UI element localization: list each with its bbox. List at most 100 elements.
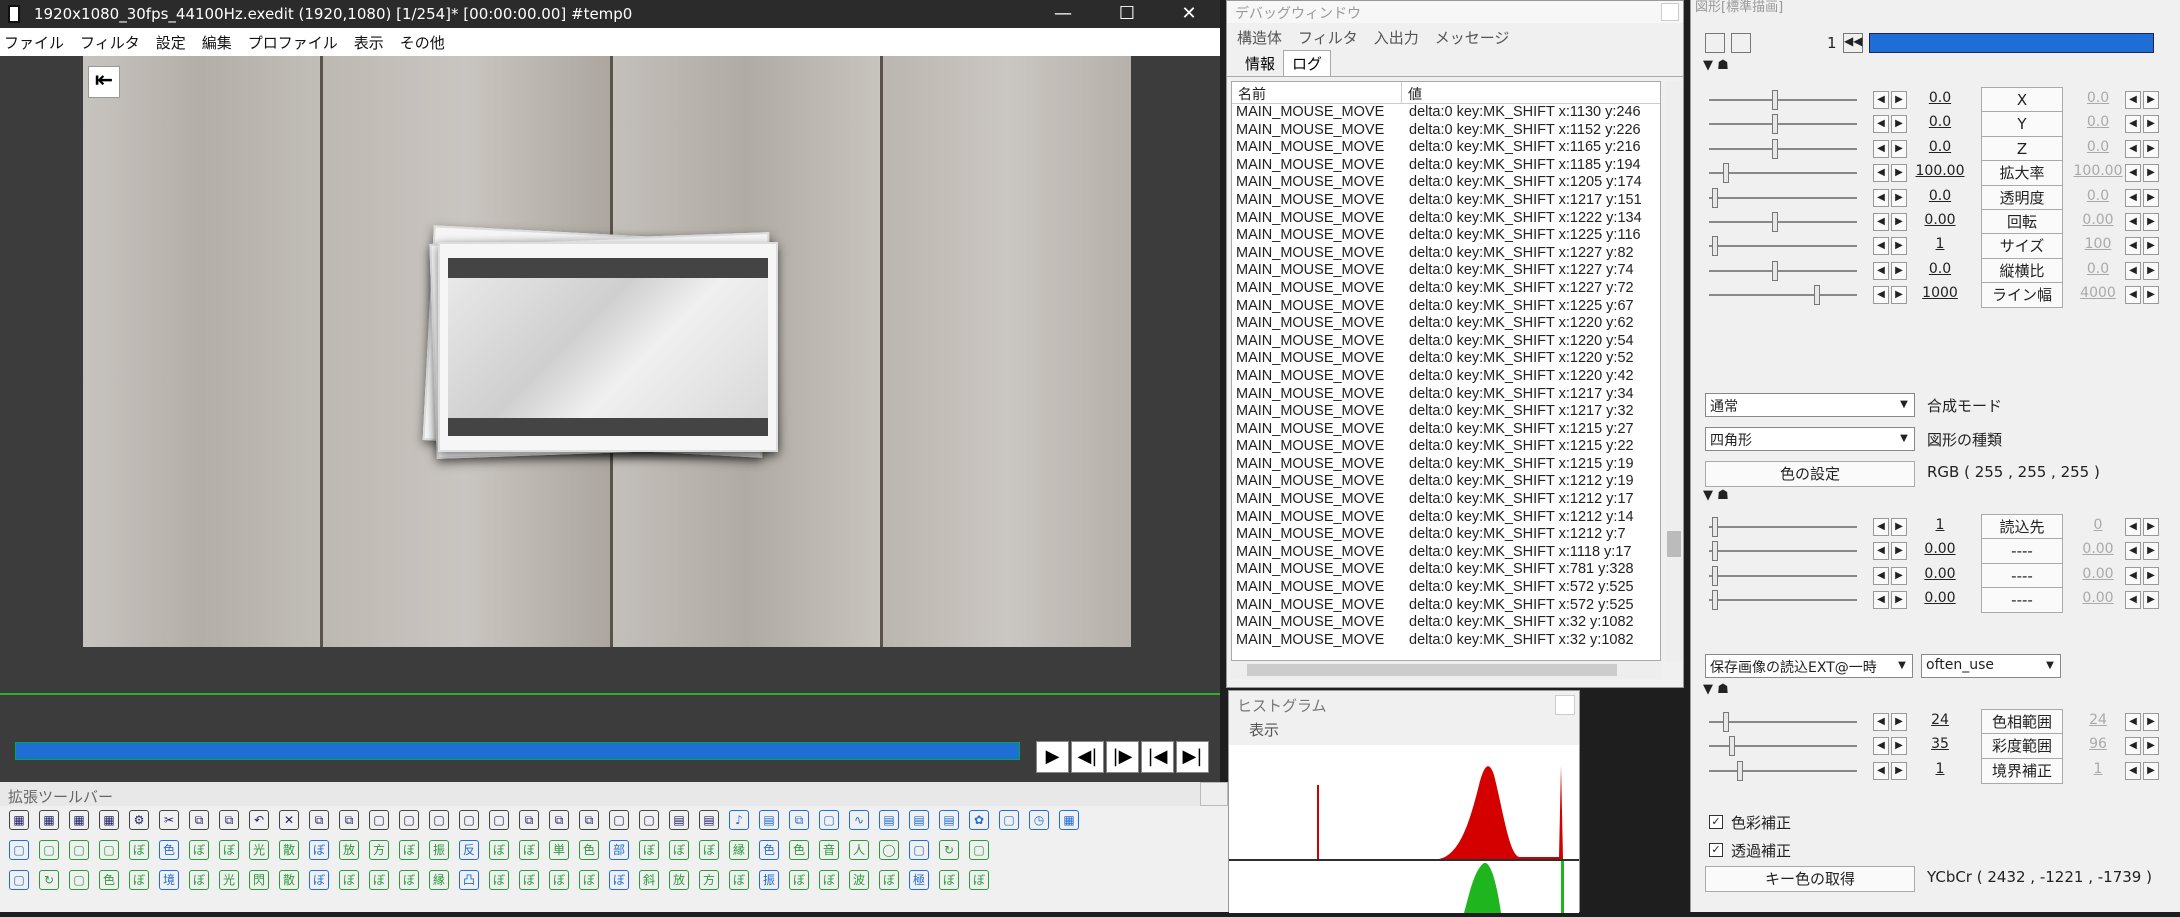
- param-slider[interactable]: [1709, 769, 1857, 772]
- toolbar-tool-icon[interactable]: ⧉: [189, 810, 209, 830]
- param-end-value[interactable]: 1: [2073, 761, 2123, 777]
- param-button[interactable]: 色相範囲: [1981, 709, 2063, 735]
- jump-to-start-button[interactable]: ⇤: [88, 66, 120, 98]
- param-end-value[interactable]: 0.0: [2073, 139, 2123, 155]
- toolbar-tool-icon[interactable]: ▤: [939, 810, 959, 830]
- param-end-value[interactable]: 4000: [2073, 285, 2123, 301]
- param-slider-knob[interactable]: [1772, 114, 1778, 135]
- log-row[interactable]: MAIN_MOUSE_MOVE delta:0 key:MK_SHIFT x:32…: [1232, 614, 1660, 632]
- increment-arrow-icon[interactable]: ▶: [1891, 591, 1907, 610]
- tab-filter[interactable]: フィルタ: [1298, 27, 1358, 48]
- param-slider[interactable]: [1709, 721, 1857, 723]
- toolbar-tool-icon[interactable]: 部: [609, 840, 629, 860]
- param-button[interactable]: ライン幅: [1981, 282, 2063, 309]
- debug-close-button[interactable]: [1661, 3, 1679, 21]
- increment-arrow-icon[interactable]: ▶: [1891, 237, 1907, 256]
- param-start-value[interactable]: 0.0: [1915, 139, 1965, 155]
- param-start-value[interactable]: 1000: [1915, 285, 1965, 301]
- decrement-arrow-icon[interactable]: ◀: [1873, 286, 1889, 305]
- toolbar-tool-icon[interactable]: 縁: [729, 840, 749, 860]
- decrement-arrow-icon[interactable]: ◀: [1873, 591, 1889, 610]
- maximize-button[interactable]: ☐: [1104, 0, 1150, 28]
- toolbar-tool-icon[interactable]: ▢: [459, 810, 479, 830]
- toolbar-tool-icon[interactable]: ▢: [489, 810, 509, 830]
- log-row[interactable]: MAIN_MOUSE_MOVE delta:0 key:MK_SHIFT x:12…: [1232, 227, 1660, 245]
- log-row[interactable]: MAIN_MOUSE_MOVE delta:0 key:MK_SHIFT x:12…: [1232, 386, 1660, 404]
- toolbar-tool-icon[interactable]: 色: [159, 840, 179, 860]
- toolbar-tool-icon[interactable]: ぼ: [939, 870, 959, 890]
- toolbar-tool-icon[interactable]: ⧉: [789, 810, 809, 830]
- menu-edit[interactable]: 編集: [198, 32, 244, 53]
- toolbar-tool-icon[interactable]: ⧉: [339, 810, 359, 830]
- log-row[interactable]: MAIN_MOUSE_MOVE delta:0 key:MK_SHIFT x:12…: [1232, 210, 1660, 228]
- param-start-value[interactable]: 0.00: [1915, 590, 1965, 606]
- minimize-button[interactable]: —: [1040, 0, 1086, 28]
- toolbar-tool-icon[interactable]: ぼ: [639, 840, 659, 860]
- param-start-value[interactable]: 0.00: [1915, 212, 1965, 228]
- log-row[interactable]: MAIN_MOUSE_MOVE delta:0 key:MK_SHIFT x:12…: [1232, 526, 1660, 544]
- param-button[interactable]: サイズ: [1981, 233, 2063, 260]
- log-row[interactable]: MAIN_MOUSE_MOVE delta:0 key:MK_SHIFT x:12…: [1232, 368, 1660, 386]
- decrement-arrow-icon[interactable]: ◀: [1873, 713, 1889, 731]
- toolbar-tool-icon[interactable]: 凸: [459, 870, 479, 890]
- toolbar-tool-icon[interactable]: ◯: [879, 840, 899, 860]
- param-button[interactable]: 読込先: [1981, 514, 2063, 540]
- shape-type-select[interactable]: 四角形 ▼: [1705, 427, 1915, 451]
- log-hscroll-thumb[interactable]: [1247, 664, 1617, 676]
- play-button[interactable]: ▶: [1036, 741, 1069, 773]
- increment-arrow-icon[interactable]: ▶: [1891, 213, 1907, 231]
- page-icon[interactable]: [1705, 33, 1725, 53]
- toolbar-tool-icon[interactable]: ↻: [39, 870, 59, 890]
- log-row[interactable]: MAIN_MOUSE_MOVE delta:0 key:MK_SHIFT x:12…: [1232, 315, 1660, 333]
- log-row[interactable]: MAIN_MOUSE_MOVE delta:0 key:MK_SHIFT x:11…: [1232, 139, 1660, 157]
- toolbar-tool-icon[interactable]: ▤: [879, 810, 899, 830]
- menu-other[interactable]: その他: [396, 32, 457, 53]
- toolbar-tool-icon[interactable]: 放: [339, 840, 359, 860]
- param-slider-knob[interactable]: [1772, 138, 1778, 159]
- decrement-arrow-icon[interactable]: ◀: [1873, 542, 1889, 561]
- histogram-menu-view[interactable]: 表示: [1229, 717, 1579, 743]
- log-row[interactable]: MAIN_MOUSE_MOVE delta:0 key:MK_SHIFT x:12…: [1232, 403, 1660, 421]
- toolbar-tool-icon[interactable]: 縁: [429, 870, 449, 890]
- toolbar-tool-icon[interactable]: ぼ: [219, 840, 239, 860]
- param-button[interactable]: 境界補正: [1981, 757, 2063, 784]
- log-row[interactable]: MAIN_MOUSE_MOVE delta:0 key:MK_SHIFT x:12…: [1232, 438, 1660, 456]
- toolbar-tool-icon[interactable]: ♪: [729, 810, 749, 830]
- decrement-arrow-icon[interactable]: ◀: [1873, 213, 1889, 231]
- decrement-arrow-icon[interactable]: ◀: [1873, 188, 1889, 207]
- decrement-arrow-icon[interactable]: ◀: [2125, 91, 2141, 109]
- toolbar-tool-icon[interactable]: ▤: [669, 810, 689, 830]
- toolbar-tool-icon[interactable]: ▦: [99, 810, 119, 830]
- prev-frame-button[interactable]: ◀|: [1071, 741, 1104, 773]
- decrement-arrow-icon[interactable]: ◀: [2125, 164, 2141, 183]
- increment-arrow-icon[interactable]: ▶: [1891, 261, 1907, 280]
- log-row[interactable]: MAIN_MOUSE_MOVE delta:0 key:MK_SHIFT x:12…: [1232, 350, 1660, 368]
- decrement-arrow-icon[interactable]: ◀: [1873, 164, 1889, 183]
- toolbar-tool-icon[interactable]: 単: [549, 840, 569, 860]
- toolbar-tool-icon[interactable]: ぼ: [609, 870, 629, 890]
- log-row[interactable]: MAIN_MOUSE_MOVE delta:0 key:MK_SHIFT x:12…: [1232, 456, 1660, 474]
- param-slider[interactable]: [1709, 221, 1857, 223]
- toolbar-tool-icon[interactable]: ▦: [9, 810, 29, 830]
- color-setting-button[interactable]: 色の設定: [1705, 461, 1915, 487]
- increment-arrow-icon[interactable]: ▶: [1891, 737, 1907, 756]
- decrement-arrow-icon[interactable]: ◀: [2125, 139, 2141, 158]
- col-name-header[interactable]: 名前: [1232, 82, 1402, 103]
- increment-arrow-icon[interactable]: ▶: [1891, 286, 1907, 305]
- param-slider[interactable]: [1709, 99, 1857, 101]
- decrement-arrow-icon[interactable]: ◀: [2125, 737, 2141, 756]
- toolbar-tool-icon[interactable]: ▢: [399, 810, 419, 830]
- increment-arrow-icon[interactable]: ▶: [1891, 188, 1907, 207]
- decrement-arrow-icon[interactable]: ◀: [2125, 213, 2141, 231]
- toolbar-tool-icon[interactable]: 放: [669, 870, 689, 890]
- param-slider-knob[interactable]: [1712, 590, 1718, 611]
- param-start-value[interactable]: 35: [1915, 736, 1965, 752]
- toolbar-tool-icon[interactable]: ぼ: [189, 870, 209, 890]
- toolbar-tool-icon[interactable]: ▢: [9, 840, 29, 860]
- param-button[interactable]: Z: [1981, 135, 2063, 162]
- increment-arrow-icon[interactable]: ▶: [1891, 761, 1907, 780]
- log-vertical-scrollbar[interactable]: [1665, 81, 1683, 661]
- toolbar-tool-icon[interactable]: ぼ: [399, 840, 419, 860]
- toolbar-tool-icon[interactable]: 光: [219, 870, 239, 890]
- decrement-arrow-icon[interactable]: ◀: [2125, 713, 2141, 731]
